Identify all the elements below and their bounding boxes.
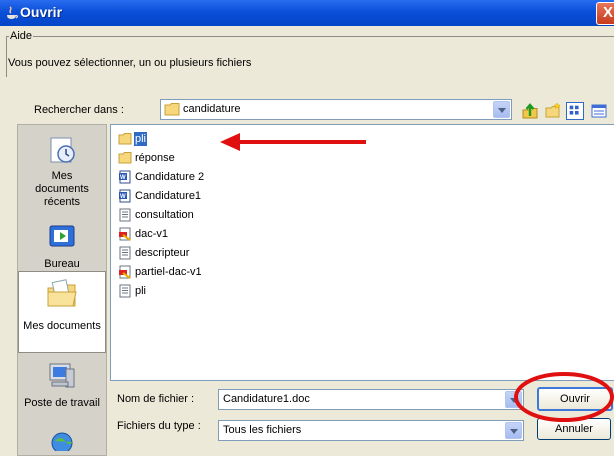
- computer-icon: [49, 363, 75, 388]
- close-button[interactable]: X: [596, 2, 614, 25]
- title-bar: Ouvrir X: [0, 0, 614, 26]
- place-desktop-label: Bureau: [44, 258, 80, 270]
- place-my-documents[interactable]: Mes documents: [18, 271, 106, 353]
- view-menu-icon[interactable]: [566, 102, 584, 120]
- help-text: Vous pouvez sélectionner, un ou plusieur…: [8, 57, 252, 69]
- lookin-label: Rechercher dans :: [34, 104, 124, 116]
- lookin-combo[interactable]: candidature: [160, 99, 512, 120]
- recent-icon: [50, 137, 75, 163]
- filetype-combo[interactable]: Tous les fichiers: [218, 420, 524, 441]
- place-network[interactable]: [18, 429, 106, 451]
- filename-label: Nom de fichier :: [117, 393, 195, 405]
- java-icon: [7, 6, 19, 19]
- folder-icon: [118, 152, 132, 164]
- places-bar: Mes documents récents Bureau Mes documents…: [17, 124, 107, 456]
- filetype-label: Fichiers du type :: [117, 420, 201, 432]
- word-doc-icon: W: [119, 189, 131, 203]
- text-file-icon: [119, 284, 131, 298]
- file-list[interactable]: pli réponse W Candidature 2 W Candidatur…: [110, 124, 614, 381]
- my-documents-icon: [47, 279, 77, 307]
- desktop-icon: [49, 225, 75, 247]
- place-my-documents-label: Mes documents: [23, 320, 101, 332]
- filename-input[interactable]: Candidature1.doc: [218, 389, 524, 410]
- file-name: dac-v1: [135, 228, 169, 240]
- filename-value: Candidature1.doc: [223, 393, 310, 405]
- pdf-icon: [119, 265, 131, 279]
- file-name: réponse: [135, 152, 175, 164]
- lookin-value: candidature: [183, 103, 241, 115]
- help-legend: Aide: [9, 30, 34, 42]
- window-title: Ouvrir: [20, 4, 63, 20]
- svg-text:W: W: [120, 175, 126, 181]
- word-doc-icon: W: [119, 170, 131, 184]
- chevron-down-icon[interactable]: [493, 101, 510, 118]
- place-desktop[interactable]: Bureau: [18, 223, 106, 270]
- folder-icon: [118, 133, 132, 145]
- up-folder-icon[interactable]: [521, 102, 539, 120]
- file-name: pli: [134, 132, 148, 146]
- file-name: Candidature 2: [135, 171, 205, 183]
- pdf-icon: [119, 227, 131, 241]
- place-computer-label: Poste de travail: [24, 397, 100, 409]
- file-name: Candidature1: [135, 190, 202, 202]
- new-folder-icon[interactable]: [544, 102, 562, 120]
- network-icon: [51, 432, 73, 451]
- annotation-arrow: [220, 133, 366, 151]
- file-name: partiel-dac-v1: [135, 266, 202, 278]
- svg-text:W: W: [120, 194, 126, 200]
- text-file-icon: [119, 246, 131, 260]
- file-name: consultation: [135, 209, 194, 221]
- file-name: pli: [135, 285, 147, 297]
- place-computer[interactable]: Poste de travail: [18, 361, 106, 409]
- annotation-circle: [514, 372, 614, 422]
- file-name: descripteur: [135, 247, 190, 259]
- folder-icon: [164, 103, 180, 116]
- details-view-icon[interactable]: [590, 102, 608, 120]
- text-file-icon: [119, 208, 131, 222]
- place-recent[interactable]: Mes documents récents: [18, 135, 106, 209]
- filetype-value: Tous les fichiers: [223, 424, 302, 436]
